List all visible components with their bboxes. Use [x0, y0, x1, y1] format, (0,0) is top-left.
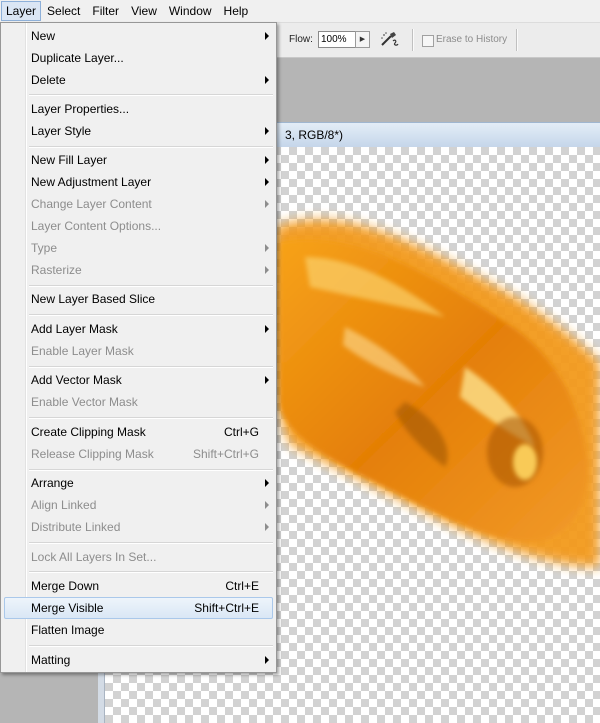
menu-item-delete[interactable]: Delete: [4, 69, 273, 91]
menu-item-enable-layer-mask: Enable Layer Mask: [4, 340, 273, 362]
menu-item-label: Enable Layer Mask: [31, 344, 134, 358]
menu-item-flatten-image[interactable]: Flatten Image: [4, 619, 273, 641]
submenu-arrow-icon: [265, 376, 269, 384]
submenu-arrow-icon: [265, 178, 269, 186]
submenu-arrow-icon: [265, 156, 269, 164]
menu-layer[interactable]: Layer: [1, 1, 42, 21]
menu-item-shortcut: Ctrl+G: [223, 425, 259, 439]
menu-item-label: New Layer Based Slice: [31, 292, 156, 306]
menu-separator: [29, 94, 273, 96]
menu-item-new[interactable]: New: [4, 25, 273, 47]
menu-window[interactable]: Window: [163, 1, 218, 21]
menu-item-align-linked: Align Linked: [4, 494, 273, 516]
menu-item-label: Type: [31, 241, 58, 255]
menu-item-label: Enable Vector Mask: [31, 395, 138, 409]
menu-item-change-layer-content: Change Layer Content: [4, 193, 273, 215]
menu-separator: [29, 469, 273, 471]
menu-item-new-layer-based-slice[interactable]: New Layer Based Slice: [4, 288, 273, 310]
submenu-arrow-icon: [265, 501, 269, 509]
submenu-arrow-icon: [265, 325, 269, 333]
menu-item-label: Lock All Layers In Set...: [31, 550, 157, 564]
menu-item-shortcut: Shift+Ctrl+G: [192, 447, 259, 461]
submenu-arrow-icon: [265, 266, 269, 274]
menu-filter[interactable]: Filter: [86, 1, 125, 21]
menu-item-layer-content-options: Layer Content Options...: [4, 215, 273, 237]
menu-item-matting[interactable]: Matting: [4, 649, 273, 671]
menu-item-label: Delete: [31, 73, 66, 87]
menu-separator: [29, 314, 273, 316]
menu-separator: [29, 285, 273, 287]
flow-input[interactable]: 100%: [318, 31, 356, 48]
menu-item-merge-visible[interactable]: Merge Visible Shift+Ctrl+E: [4, 597, 273, 619]
menu-item-label: Distribute Linked: [31, 520, 121, 534]
menu-item-distribute-linked: Distribute Linked: [4, 516, 273, 538]
menu-item-shortcut: Ctrl+E: [225, 579, 259, 593]
menu-item-shortcut: Shift+Ctrl+E: [194, 601, 259, 615]
menu-item-add-vector-mask[interactable]: Add Vector Mask: [4, 369, 273, 391]
submenu-arrow-icon: [265, 479, 269, 487]
options-separator-2: [516, 29, 518, 51]
menu-item-lock-all-layers-in-set: Lock All Layers In Set...: [4, 546, 273, 568]
menu-item-label: Layer Style: [31, 124, 92, 138]
menu-item-release-clipping-mask: Release Clipping Mask Shift+Ctrl+G: [4, 443, 273, 465]
menu-item-label: New Adjustment Layer: [31, 175, 152, 189]
submenu-arrow-icon: [265, 32, 269, 40]
menu-item-label: Release Clipping Mask: [31, 447, 154, 461]
submenu-arrow-icon: [265, 127, 269, 135]
menu-item-enable-vector-mask: Enable Vector Mask: [4, 391, 273, 413]
flow-label: Flow:: [289, 34, 313, 45]
menu-item-arrange[interactable]: Arrange: [4, 472, 273, 494]
menu-separator: [29, 146, 273, 148]
submenu-arrow-icon: [265, 523, 269, 531]
menu-view[interactable]: View: [125, 1, 163, 21]
airbrush-icon[interactable]: [378, 29, 400, 49]
submenu-arrow-icon: [265, 200, 269, 208]
menu-item-label: New: [31, 29, 56, 43]
menu-item-label: Add Layer Mask: [31, 322, 118, 336]
menu-separator: [29, 645, 273, 647]
menu-item-label: Duplicate Layer...: [31, 51, 124, 65]
menu-item-layer-style[interactable]: Layer Style: [4, 120, 273, 142]
menu-item-label: Rasterize: [31, 263, 82, 277]
menu-item-new-adjustment-layer[interactable]: New Adjustment Layer: [4, 171, 273, 193]
menu-item-add-layer-mask[interactable]: Add Layer Mask: [4, 318, 273, 340]
menu-item-label: Change Layer Content: [31, 197, 152, 211]
menu-item-label: Merge Visible: [31, 601, 104, 615]
menu-item-label: Align Linked: [31, 498, 97, 512]
menu-item-label: Merge Down: [31, 579, 100, 593]
submenu-arrow-icon: [265, 656, 269, 664]
menu-item-label: Flatten Image: [31, 623, 105, 637]
menu-item-label: Layer Content Options...: [31, 219, 162, 233]
menu-separator: [29, 417, 273, 419]
submenu-arrow-icon: [265, 76, 269, 84]
document-title: 3, RGB/8*): [285, 128, 344, 142]
menu-item-rasterize: Rasterize: [4, 259, 273, 281]
menu-help[interactable]: Help: [218, 1, 255, 21]
layer-menu: New Duplicate Layer... Delete Layer Prop…: [0, 22, 277, 673]
menu-item-layer-properties[interactable]: Layer Properties...: [4, 98, 273, 120]
menu-item-new-fill-layer[interactable]: New Fill Layer: [4, 149, 273, 171]
menu-select[interactable]: Select: [41, 1, 86, 21]
menu-item-label: Arrange: [31, 476, 74, 490]
menu-item-merge-down[interactable]: Merge Down Ctrl+E: [4, 575, 273, 597]
menu-separator: [29, 542, 273, 544]
menu-separator: [29, 571, 273, 573]
menu-separator: [29, 366, 273, 368]
flow-dropdown-arrow-icon[interactable]: ▶: [355, 31, 370, 48]
erase-to-history-label: Erase to History: [436, 34, 508, 45]
menu-item-label: Layer Properties...: [31, 102, 130, 116]
erase-to-history-checkbox[interactable]: [422, 35, 434, 47]
menu-item-label: Add Vector Mask: [31, 373, 122, 387]
menu-item-duplicate-layer[interactable]: Duplicate Layer...: [4, 47, 273, 69]
menu-bar: Layer Select Filter View Window Help: [0, 0, 600, 23]
menu-item-label: Create Clipping Mask: [31, 425, 146, 439]
menu-item-create-clipping-mask[interactable]: Create Clipping Mask Ctrl+G: [4, 421, 273, 443]
menu-item-label: Matting: [31, 653, 71, 667]
options-separator: [412, 29, 414, 51]
menu-item-type: Type: [4, 237, 273, 259]
submenu-arrow-icon: [265, 244, 269, 252]
menu-item-label: New Fill Layer: [31, 153, 108, 167]
